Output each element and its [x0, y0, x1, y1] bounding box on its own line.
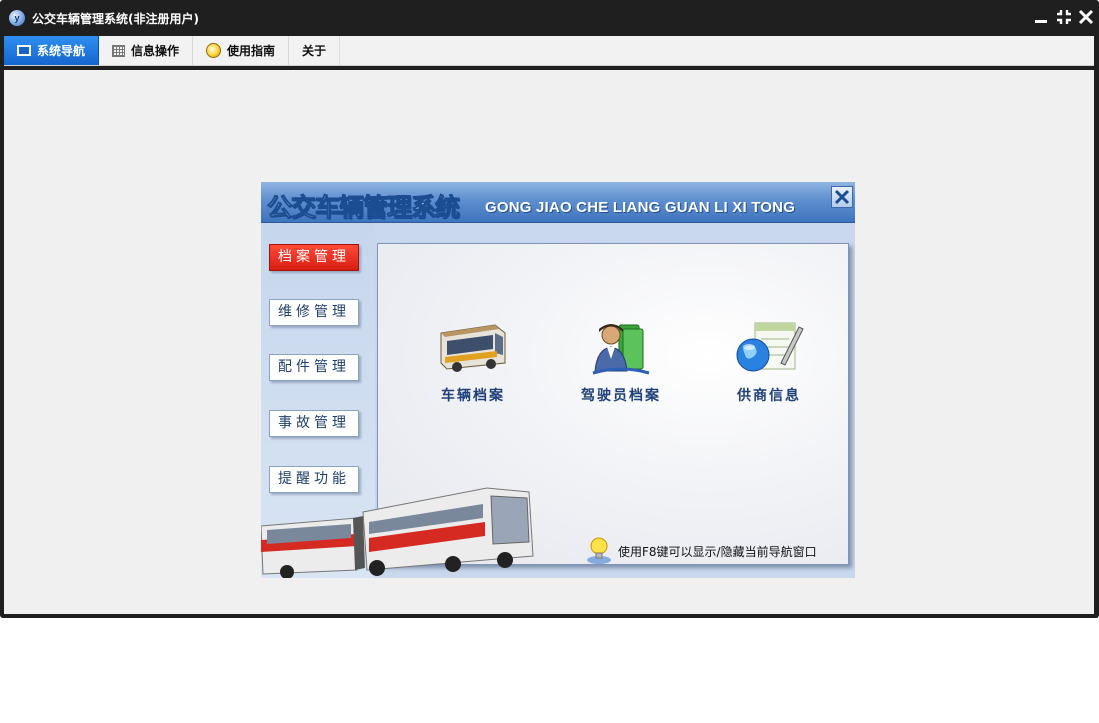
nav-item-driver-archive[interactable]: 驾驶员档案 [566, 319, 676, 405]
side-button-accident-management[interactable]: 事故管理 [269, 410, 359, 437]
tab-about[interactable]: 关于 [289, 36, 341, 65]
dialog-pinyin-subtitle: GONG JIAO CHE LIANG GUAN LI XI TONG [485, 199, 796, 216]
close-button[interactable] [1077, 8, 1094, 26]
app-logo-icon: y [9, 10, 25, 26]
tab-system-navigation[interactable]: 系统导航 [4, 36, 100, 65]
f8-hint: 使用F8键可以显示/隐藏当前导航窗口 [586, 536, 817, 566]
grid-icon [112, 44, 126, 57]
lightbulb-icon [206, 43, 222, 58]
tab-user-guide[interactable]: 使用指南 [193, 36, 290, 65]
menu-bar: 系统导航 信息操作 使用指南 关于 [4, 36, 1094, 66]
articulated-bus-illustration [261, 487, 534, 578]
nav-item-supplier-info[interactable]: 供商信息 [714, 319, 824, 405]
restore-icon [1057, 10, 1071, 24]
close-icon [834, 189, 850, 205]
hint-text: 使用F8键可以显示/隐藏当前导航窗口 [618, 544, 817, 559]
driver-icon [592, 324, 650, 375]
window-title: 公交车辆管理系统(非注册用户) [32, 11, 199, 26]
side-button-parts-management[interactable]: 配件管理 [269, 354, 359, 381]
title-bar[interactable]: y 公交车辆管理系统(非注册用户) [0, 0, 1099, 36]
minimize-icon [1035, 20, 1047, 23]
globe-document-icon [736, 322, 804, 372]
restore-button[interactable] [1055, 8, 1071, 26]
minimize-button[interactable] [1033, 8, 1049, 26]
window-controls [1033, 8, 1094, 26]
tab-label: 关于 [302, 44, 327, 58]
tab-label: 系统导航 [37, 44, 86, 58]
nav-item-label: 供商信息 [737, 388, 801, 404]
close-icon [1078, 9, 1094, 25]
dialog-title: 公交车辆管理系统 [266, 193, 460, 223]
nav-item-label: 驾驶员档案 [581, 388, 661, 404]
nav-item-label: 车辆档案 [441, 388, 505, 404]
side-button-archive-management[interactable]: 档案管理 [269, 244, 359, 271]
tab-label: 信息操作 [131, 44, 180, 58]
nav-item-vehicle-archive[interactable]: 车辆档案 [418, 319, 528, 405]
dialog-close-button[interactable] [831, 186, 853, 208]
lightbulb-icon [587, 537, 611, 564]
monitor-icon [17, 45, 31, 56]
bus-icon [440, 324, 506, 372]
navigation-dialog: 公交车辆管理系统 GONG JIAO CHE LIANG GUAN LI XI … [261, 182, 855, 578]
tab-label: 使用指南 [227, 44, 276, 58]
tab-info-operations[interactable]: 信息操作 [99, 36, 194, 65]
dialog-header: 公交车辆管理系统 GONG JIAO CHE LIANG GUAN LI XI … [261, 182, 855, 223]
side-button-maintenance-management[interactable]: 维修管理 [269, 299, 359, 326]
